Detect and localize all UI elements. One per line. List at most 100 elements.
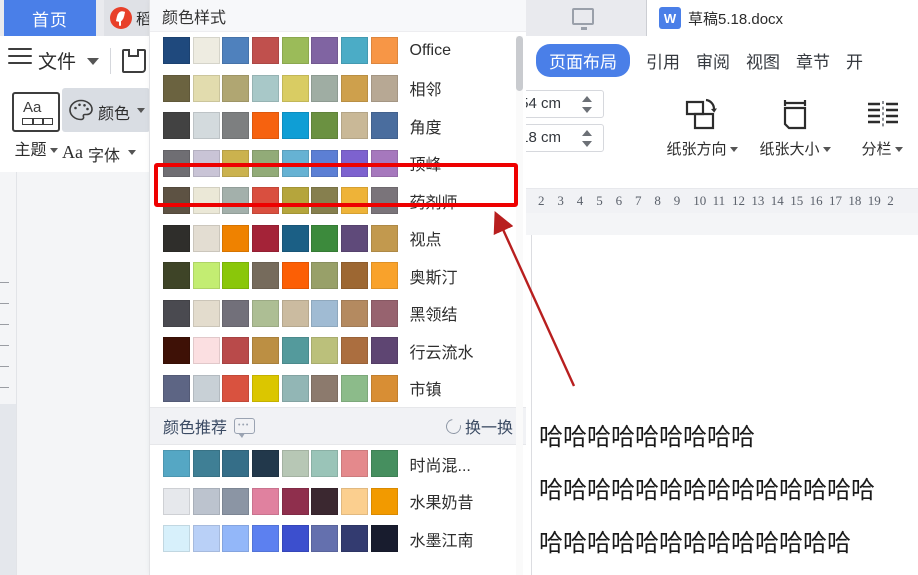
color-swatch[interactable] [252, 224, 280, 252]
color-swatch[interactable] [281, 337, 309, 365]
color-scheme-list[interactable]: Office 相邻 角度 顶峰 药剂师 视点 奥斯汀 黑领结 行云流水 市镇 [150, 32, 526, 407]
color-swatch[interactable] [222, 224, 250, 252]
color-swatch[interactable] [370, 187, 398, 215]
color-swatch[interactable] [163, 37, 190, 65]
stepper-up-icon[interactable] [582, 130, 592, 136]
color-swatch[interactable] [311, 487, 339, 515]
color-scheme-row[interactable]: 药剂师 [150, 182, 526, 220]
refresh-label[interactable]: 换一换 [465, 414, 513, 438]
font-button[interactable]: Aa 字体 [62, 138, 137, 166]
color-swatch[interactable] [222, 149, 250, 177]
color-swatch[interactable] [311, 374, 339, 402]
color-swatch[interactable] [370, 149, 398, 177]
ribbon-tab-开[interactable]: 开 [846, 48, 863, 73]
color-swatch[interactable] [252, 374, 280, 402]
color-swatch[interactable] [281, 525, 309, 553]
color-swatch[interactable] [252, 37, 280, 65]
color-swatch[interactable] [370, 112, 398, 140]
color-swatch[interactable] [281, 487, 309, 515]
ribbon-tab-引用[interactable]: 引用 [646, 48, 680, 73]
color-swatch[interactable] [192, 262, 220, 290]
color-swatch[interactable] [252, 74, 280, 102]
color-swatch[interactable] [311, 337, 339, 365]
color-swatch[interactable] [192, 487, 220, 515]
color-swatch[interactable] [281, 112, 309, 140]
color-scheme-row[interactable]: 水果奶昔 [150, 483, 526, 521]
color-swatch[interactable] [222, 525, 250, 553]
color-swatch[interactable] [311, 224, 339, 252]
color-swatch[interactable] [311, 262, 339, 290]
color-scheme-row[interactable]: 相邻 [150, 70, 526, 108]
color-scheme-row[interactable]: 黑领结 [150, 295, 526, 333]
color-swatch[interactable] [281, 262, 309, 290]
color-swatch[interactable] [222, 374, 250, 402]
refresh-icon[interactable] [443, 415, 464, 437]
color-swatch[interactable] [163, 149, 190, 177]
color-swatch[interactable] [163, 74, 190, 102]
color-swatch[interactable] [370, 374, 398, 402]
color-swatch[interactable] [370, 37, 398, 65]
color-swatch[interactable] [163, 187, 190, 215]
color-swatch[interactable] [370, 450, 398, 478]
color-button[interactable]: 颜色 [62, 88, 150, 132]
color-swatch[interactable] [311, 299, 339, 327]
panel-scrollbar-track[interactable] [516, 36, 523, 575]
paper-size-button[interactable]: 纸张大小 [757, 92, 833, 159]
color-swatch[interactable] [222, 487, 250, 515]
color-swatch[interactable] [163, 337, 190, 365]
ribbon-tab-bar[interactable]: 页面布局 引用 审阅 视图 章节开 [526, 36, 918, 84]
color-swatch[interactable] [281, 149, 309, 177]
color-scheme-row[interactable]: 行云流水 [150, 332, 526, 370]
chevron-down-icon[interactable] [894, 147, 903, 153]
color-swatch[interactable] [370, 262, 398, 290]
color-swatch[interactable] [163, 224, 190, 252]
color-swatch[interactable] [311, 112, 339, 140]
ribbon-tab-视图[interactable]: 视图 [746, 48, 780, 73]
color-swatch[interactable] [281, 187, 309, 215]
color-swatch[interactable] [252, 149, 280, 177]
stepper-down-icon[interactable] [582, 107, 592, 113]
color-swatch[interactable] [252, 187, 280, 215]
columns-button[interactable]: 分栏 [844, 92, 918, 159]
color-swatch[interactable] [341, 262, 369, 290]
color-swatch[interactable] [192, 224, 220, 252]
color-swatch[interactable] [311, 525, 339, 553]
color-swatch[interactable] [370, 337, 398, 365]
color-swatch[interactable] [163, 525, 190, 553]
color-swatch[interactable] [341, 37, 369, 65]
stepper-down-icon[interactable] [582, 141, 592, 147]
color-swatch[interactable] [311, 187, 339, 215]
color-swatch[interactable] [222, 337, 250, 365]
color-swatch[interactable] [341, 525, 369, 553]
color-scheme-row[interactable]: 时尚混... [150, 445, 526, 483]
color-swatch[interactable] [192, 337, 220, 365]
color-swatch[interactable] [281, 37, 309, 65]
color-swatch[interactable] [311, 450, 339, 478]
margin-spinner-1[interactable]: .54 cm [526, 90, 604, 118]
color-swatch[interactable] [281, 374, 309, 402]
color-scheme-row[interactable]: 视点 [150, 220, 526, 258]
color-swatch[interactable] [222, 187, 250, 215]
color-swatch[interactable] [311, 37, 339, 65]
color-swatch[interactable] [341, 112, 369, 140]
color-swatch[interactable] [311, 149, 339, 177]
color-swatch[interactable] [370, 74, 398, 102]
refresh-group[interactable]: 换一换 [443, 414, 513, 438]
paper-orientation-button[interactable]: 纸张方向 [664, 92, 740, 159]
color-swatch[interactable] [281, 450, 309, 478]
save-icon[interactable] [122, 49, 146, 73]
color-swatch[interactable] [192, 37, 220, 65]
color-swatch[interactable] [192, 149, 220, 177]
color-swatch[interactable] [341, 187, 369, 215]
vertical-ruler[interactable] [0, 172, 17, 575]
color-swatch[interactable] [370, 525, 398, 553]
comment-bubble-icon[interactable]: ••• [234, 418, 256, 438]
color-swatch[interactable] [252, 450, 280, 478]
color-scheme-row[interactable]: Office [150, 32, 526, 70]
color-swatch[interactable] [192, 112, 220, 140]
color-swatch[interactable] [311, 74, 339, 102]
color-swatch[interactable] [341, 224, 369, 252]
color-swatch[interactable] [281, 224, 309, 252]
color-swatch[interactable] [222, 74, 250, 102]
color-swatch[interactable] [192, 299, 220, 327]
